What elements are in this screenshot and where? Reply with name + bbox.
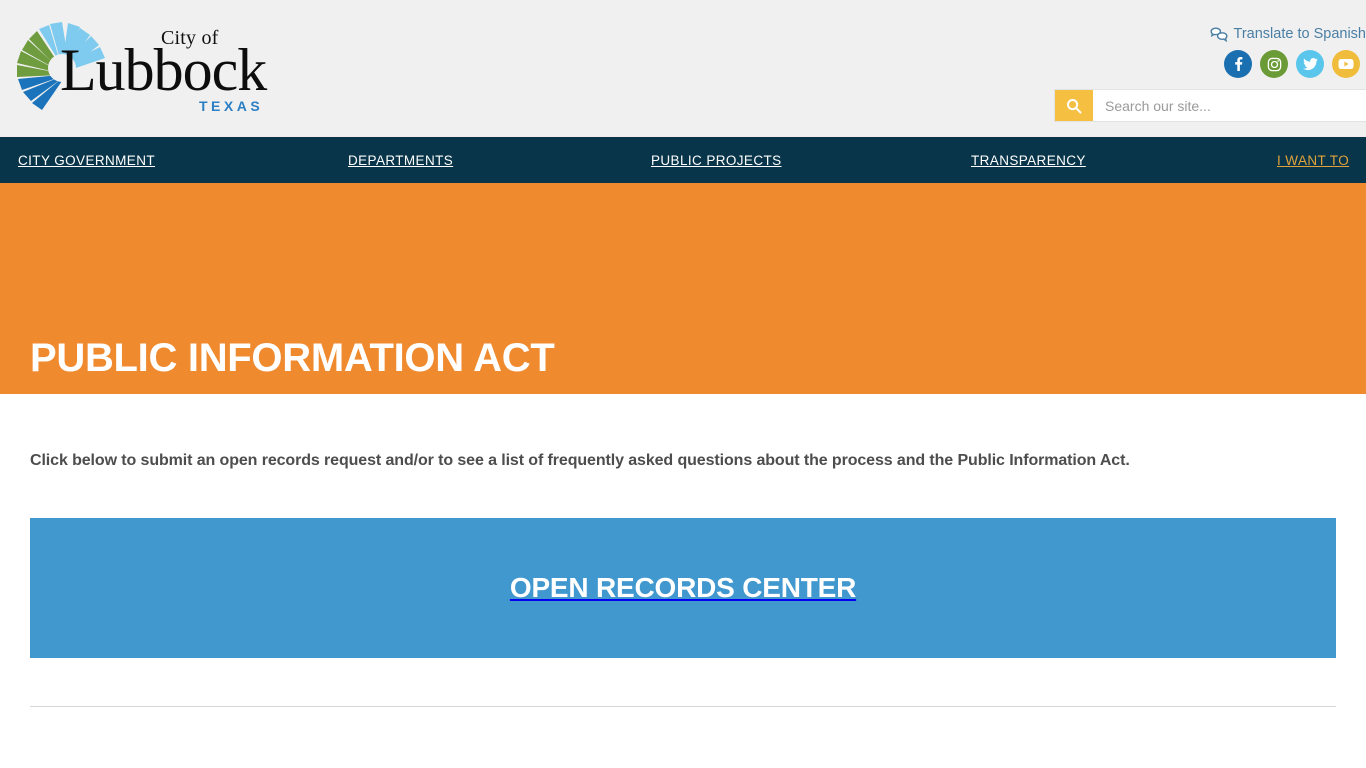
nav-item-transparency[interactable]: TRANSPARENCY: [971, 153, 1086, 168]
page-hero-banner: PUBLIC INFORMATION ACT: [0, 183, 1366, 394]
youtube-icon[interactable]: [1332, 50, 1360, 78]
site-logo[interactable]: City of Lubbock TEXAS: [14, 18, 274, 118]
open-records-center-label: OPEN RECORDS CENTER: [509, 572, 857, 603]
translate-label: Translate to Spanish: [1233, 26, 1366, 42]
logo-texas: TEXAS: [199, 98, 264, 114]
site-search: [1054, 89, 1366, 122]
site-header: City of Lubbock TEXAS Translate to Spani…: [0, 0, 1366, 137]
logo-wordmark: City of Lubbock TEXAS: [46, 18, 276, 118]
search-icon: [1066, 98, 1082, 114]
translate-to-spanish-link[interactable]: Translate to Spanish: [1210, 26, 1366, 42]
intro-text: Click below to submit an open records re…: [30, 452, 1130, 469]
search-input[interactable]: [1093, 90, 1366, 121]
twitter-icon[interactable]: [1296, 50, 1324, 78]
logo-lubbock: Lubbock: [60, 37, 267, 103]
search-button[interactable]: [1055, 90, 1093, 121]
open-records-center-button[interactable]: OPEN RECORDS CENTER: [30, 518, 1336, 658]
nav-item-i-want-to[interactable]: I WANT TO: [1277, 153, 1349, 168]
page-content: Click below to submit an open records re…: [0, 394, 1366, 707]
speech-bubbles-icon: [1210, 26, 1229, 42]
facebook-icon[interactable]: [1224, 50, 1252, 78]
main-navigation: CITY GOVERNMENT DEPARTMENTS PUBLIC PROJE…: [0, 137, 1366, 183]
content-divider: [30, 706, 1336, 707]
nav-item-public-projects[interactable]: PUBLIC PROJECTS: [651, 153, 782, 168]
nav-item-departments[interactable]: DEPARTMENTS: [348, 153, 453, 168]
nav-item-city-government[interactable]: CITY GOVERNMENT: [18, 153, 155, 168]
page-title: PUBLIC INFORMATION ACT: [30, 336, 555, 380]
instagram-icon[interactable]: [1260, 50, 1288, 78]
social-links: [1224, 50, 1360, 78]
